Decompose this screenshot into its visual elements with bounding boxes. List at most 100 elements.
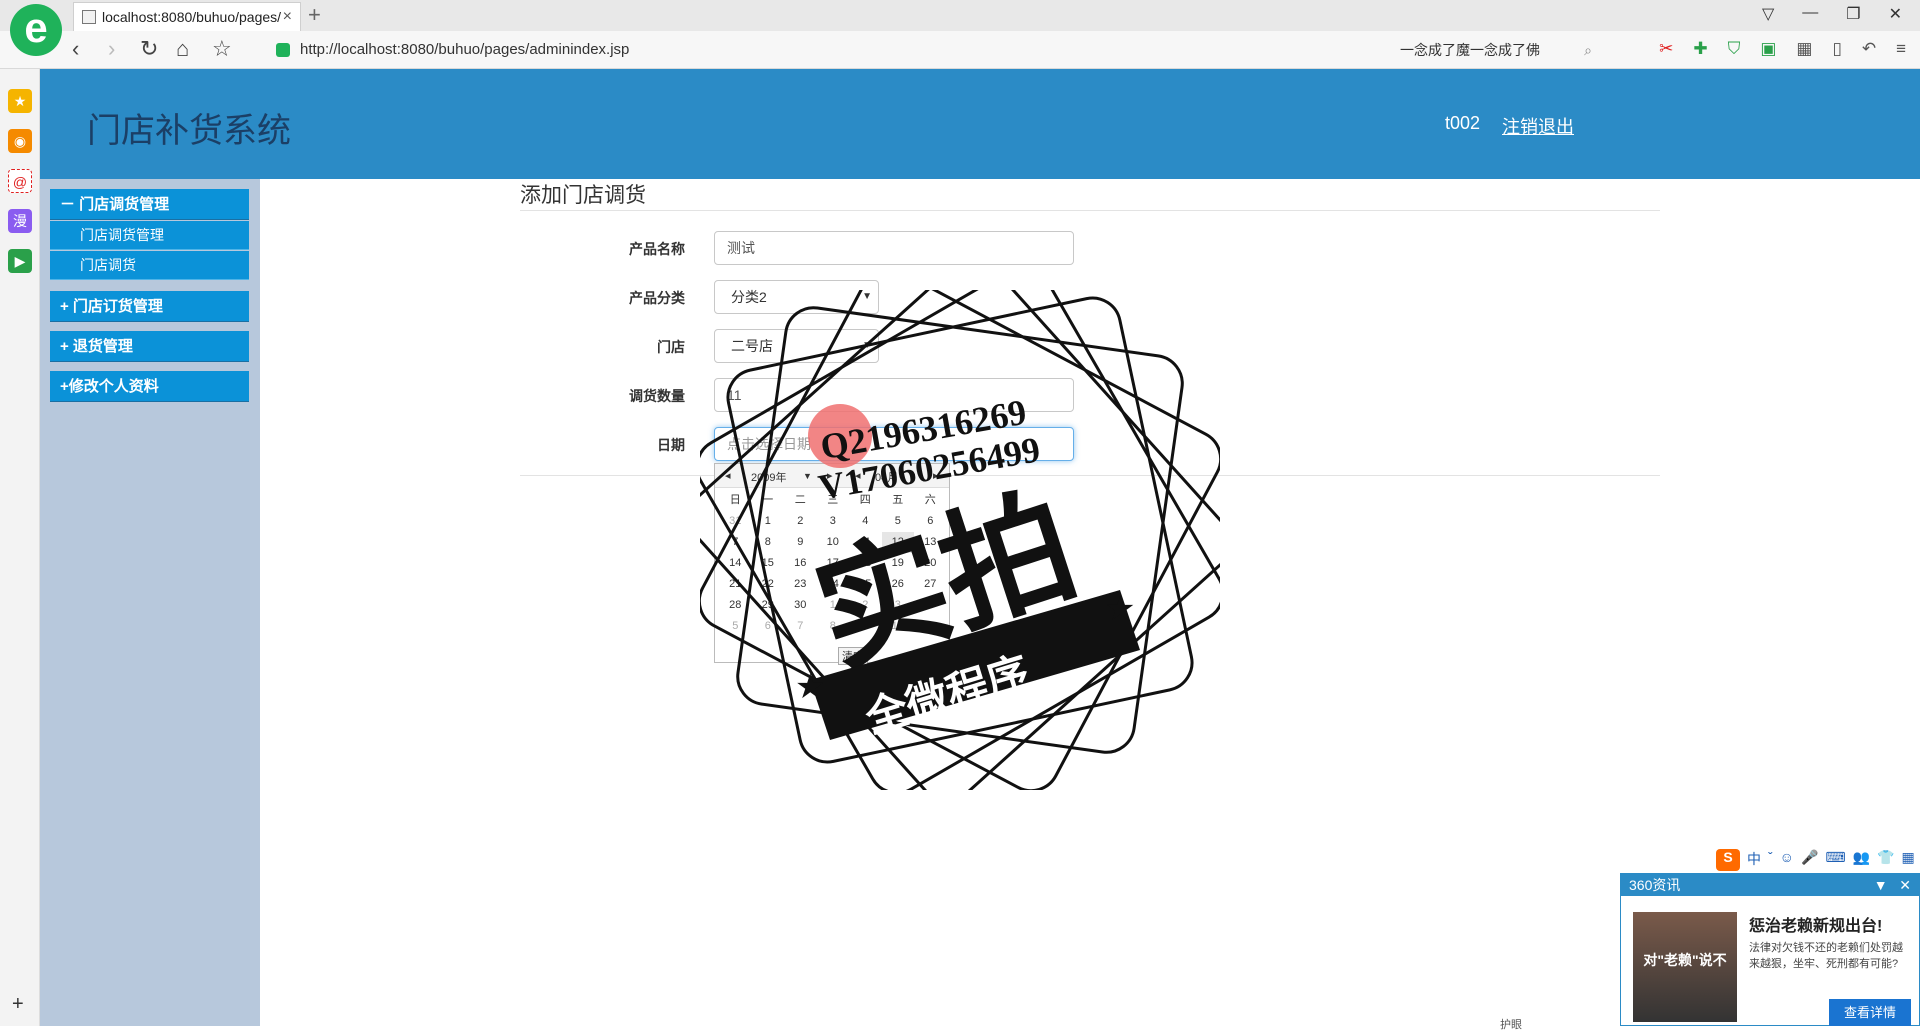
date-cell[interactable]: 17 xyxy=(817,553,850,574)
restore-icon[interactable]: ❐ xyxy=(1846,4,1860,24)
ime-skin-icon[interactable]: 👕 xyxy=(1877,849,1894,873)
menu-group-profile[interactable]: +修改个人资料 xyxy=(50,371,249,402)
menu-item-transfer-manage[interactable]: 门店调货管理 xyxy=(50,221,249,250)
search-icon[interactable]: ⌕ xyxy=(1584,35,1592,65)
date-cell[interactable]: 8 xyxy=(752,532,785,553)
date-cell[interactable]: 15 xyxy=(752,553,785,574)
date-cell[interactable]: 8 xyxy=(817,616,850,637)
favorites-star-icon[interactable]: ★ xyxy=(8,89,32,113)
date-cell[interactable]: 28 xyxy=(719,595,752,616)
prev-year-icon[interactable]: ◂ xyxy=(725,469,731,482)
store-select[interactable]: 二号店 ▼ xyxy=(714,329,879,363)
date-cell[interactable]: 30 xyxy=(784,595,817,616)
date-cell[interactable]: 31 xyxy=(719,511,752,532)
date-cell[interactable]: 5 xyxy=(882,511,915,532)
ime-chinese-toggle[interactable]: 中 xyxy=(1747,849,1761,873)
date-cell[interactable]: 22 xyxy=(752,574,785,595)
ime-punct-icon[interactable]: ˇ xyxy=(1768,849,1773,873)
menu-group-return[interactable]: + 退货管理 xyxy=(50,331,249,362)
date-clear-button[interactable]: 清空 xyxy=(838,647,868,665)
date-cell[interactable]: 14 xyxy=(719,553,752,574)
date-cell[interactable]: 12 xyxy=(881,532,914,553)
scissors-icon[interactable]: ✂ xyxy=(1659,39,1673,59)
weibo-icon[interactable]: ◉ xyxy=(8,129,32,153)
close-icon[interactable]: ✕ xyxy=(1899,877,1911,893)
date-cell[interactable]: 16 xyxy=(784,553,817,574)
date-cell[interactable]: 1 xyxy=(817,595,850,616)
date-cell[interactable]: 20 xyxy=(914,553,947,574)
date-cell[interactable]: 9 xyxy=(849,616,882,637)
favorite-star-icon[interactable]: ☆ xyxy=(212,36,232,62)
date-cell[interactable]: 4 xyxy=(914,595,947,616)
ime-keyboard-icon[interactable]: ⌨ xyxy=(1825,849,1845,873)
date-cell[interactable]: 10 xyxy=(882,616,915,637)
date-cell[interactable]: 19 xyxy=(882,553,915,574)
ime-menu-icon[interactable]: ▦ xyxy=(1902,849,1915,873)
date-cell[interactable]: 11 xyxy=(914,616,947,637)
apps-icon[interactable]: ▦ xyxy=(1796,39,1812,59)
add-tool-icon[interactable]: + xyxy=(12,993,24,1016)
sogou-icon[interactable]: S xyxy=(1716,849,1740,871)
date-cell[interactable]: 18 xyxy=(849,553,882,574)
undo-icon[interactable]: ↶ xyxy=(1862,39,1876,59)
news-headline[interactable]: 惩治老赖新规出台! xyxy=(1749,912,1882,936)
date-cell[interactable]: 29 xyxy=(752,595,785,616)
date-cell[interactable]: 26 xyxy=(882,574,915,595)
year-select[interactable]: 2009年 xyxy=(751,469,786,485)
date-cell[interactable]: 6 xyxy=(752,616,785,637)
status-bar-eye-protect[interactable]: 护眼 xyxy=(1500,1016,1522,1032)
home-icon[interactable]: ⌂ xyxy=(176,36,189,62)
month-select[interactable]: 04月 xyxy=(875,469,898,485)
date-input[interactable]: 点击选择日期 xyxy=(714,427,1074,461)
search-input[interactable]: 一念成了魔一念成了佛 ⌕ xyxy=(1400,35,1592,65)
news-thumbnail[interactable]: 对"老赖"说不 xyxy=(1633,912,1737,1022)
mail-icon[interactable]: @ xyxy=(8,169,32,193)
date-cell[interactable]: 2 xyxy=(784,511,817,532)
date-cell[interactable]: 23 xyxy=(784,574,817,595)
url-input[interactable]: http://localhost:8080/buhuo/pages/admini… xyxy=(272,35,1292,65)
product-name-input[interactable]: 测试 xyxy=(714,231,1074,265)
reading-icon[interactable]: ▯ xyxy=(1832,39,1841,59)
tshirt-icon[interactable]: ▽ xyxy=(1762,4,1774,24)
prev-month-icon[interactable]: ◂ xyxy=(855,469,861,482)
date-cell[interactable]: 2 xyxy=(849,595,882,616)
date-cell[interactable]: 5 xyxy=(719,616,752,637)
date-cell[interactable]: 6 xyxy=(914,511,947,532)
video-icon[interactable]: ▶ xyxy=(8,249,32,273)
next-month-icon[interactable]: ▸ xyxy=(933,469,939,482)
date-cell[interactable]: 11 xyxy=(849,532,882,553)
date-cell[interactable]: 4 xyxy=(849,511,882,532)
back-icon[interactable]: ‹ xyxy=(72,36,79,62)
refresh-icon[interactable]: ↻ xyxy=(140,36,158,62)
date-cell[interactable]: 24 xyxy=(817,574,850,595)
browser-logo[interactable]: e xyxy=(10,4,62,56)
date-cell[interactable]: 25 xyxy=(849,574,882,595)
date-cell[interactable]: 7 xyxy=(719,532,752,553)
menu-group-transfer[interactable]: － 门店调货管理 xyxy=(50,189,249,220)
product-category-select[interactable]: 分类2 ▼ xyxy=(714,280,879,314)
forward-icon[interactable]: › xyxy=(108,36,115,62)
date-cell[interactable]: 9 xyxy=(784,532,817,553)
date-cell[interactable]: 3 xyxy=(817,511,850,532)
tab-close-icon[interactable]: × xyxy=(283,3,292,31)
date-cell[interactable]: 1 xyxy=(752,511,785,532)
close-window-icon[interactable]: ✕ xyxy=(1889,4,1902,24)
date-cell[interactable]: 21 xyxy=(719,574,752,595)
new-tab-button[interactable]: + xyxy=(308,2,321,28)
transfer-quantity-input[interactable]: 11 xyxy=(714,378,1074,412)
date-cell[interactable]: 3 xyxy=(882,595,915,616)
comic-icon[interactable]: 漫 xyxy=(8,209,32,233)
date-cell[interactable]: 13 xyxy=(914,532,947,553)
ime-user-icon[interactable]: 👥 xyxy=(1853,849,1870,873)
game-icon[interactable]: ▣ xyxy=(1760,39,1776,59)
next-year-icon[interactable]: ▸ xyxy=(827,469,833,482)
translate-icon[interactable]: ✚ xyxy=(1693,39,1707,59)
shield-tool-icon[interactable]: ⛉ xyxy=(1728,39,1741,59)
date-cell[interactable]: 27 xyxy=(914,574,947,595)
menu-icon[interactable]: ≡ xyxy=(1896,39,1906,59)
browser-tab[interactable]: localhost:8080/buhuo/pages/ × xyxy=(73,2,301,31)
news-details-button[interactable]: 查看详情 xyxy=(1829,999,1911,1026)
ime-emoji-icon[interactable]: ☺ xyxy=(1780,849,1794,873)
date-cell[interactable]: 7 xyxy=(784,616,817,637)
ime-voice-icon[interactable]: 🎤 xyxy=(1801,849,1818,873)
